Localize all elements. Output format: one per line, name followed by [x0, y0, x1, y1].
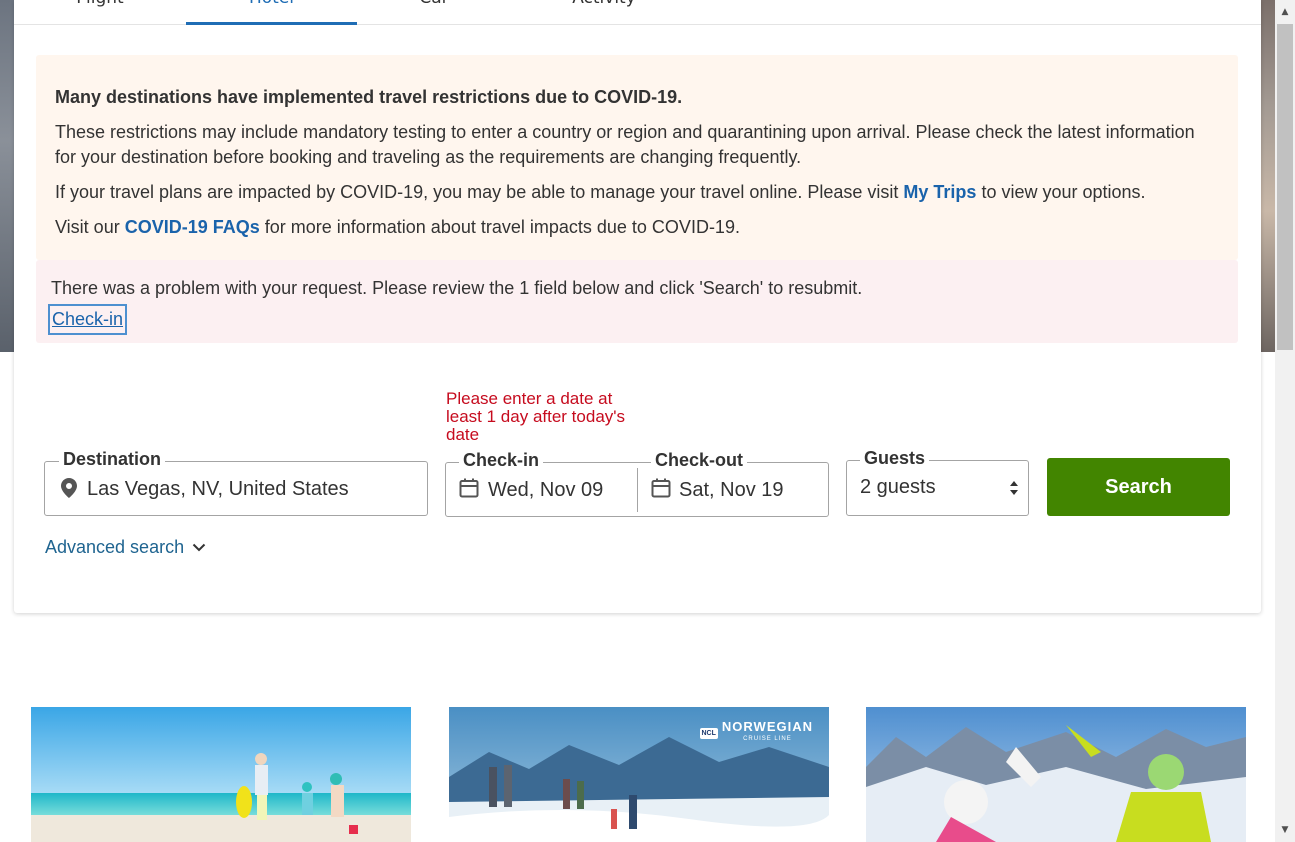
- destination-input[interactable]: Las Vegas, NV, United States: [87, 478, 349, 501]
- covid-notice: Many destinations have implemented trave…: [36, 55, 1238, 260]
- date-range-field[interactable]: Check-in Wed, Nov 09 Check-out Sat, Nov …: [445, 450, 829, 517]
- destination-label: Destination: [59, 449, 166, 470]
- covid-paragraph-faqs: Visit our COVID-19 FAQs for more informa…: [55, 217, 740, 237]
- error-notice: There was a problem with your request. P…: [36, 260, 1238, 343]
- guests-select[interactable]: Guests 2 guests: [846, 448, 1029, 516]
- scroll-down-arrow-icon[interactable]: ▼: [1275, 820, 1295, 840]
- search-button[interactable]: Search: [1047, 458, 1230, 516]
- checkin-input[interactable]: Wed, Nov 09: [488, 479, 603, 502]
- map-pin-icon: [61, 478, 77, 498]
- guests-label: Guests: [860, 448, 930, 469]
- advanced-search-toggle[interactable]: Advanced search: [45, 537, 206, 558]
- destination-field[interactable]: Destination Las Vegas, NV, United States: [44, 449, 428, 516]
- error-field-link-checkin[interactable]: Check-in: [47, 304, 128, 335]
- beach-family-illustration: [31, 707, 411, 842]
- tab-flight[interactable]: Flight: [50, 0, 150, 25]
- chevron-down-icon: [192, 543, 206, 552]
- error-message: There was a problem with your request. P…: [51, 278, 863, 298]
- promo-beach-image[interactable]: [31, 707, 411, 842]
- checkin-label: Check-in: [459, 450, 544, 471]
- tab-activity[interactable]: Activity: [554, 0, 654, 25]
- scroll-up-arrow-icon[interactable]: ▲: [1275, 2, 1295, 22]
- promo-ski-image[interactable]: [866, 707, 1246, 842]
- guests-value: 2 guests: [860, 476, 936, 498]
- scroll-thumb[interactable]: [1277, 24, 1293, 350]
- tab-hotel[interactable]: Hotel: [186, 0, 357, 25]
- scrollbar[interactable]: ▲ ▼: [1275, 0, 1295, 842]
- norwegian-cruise-logo: NCL NORWEGIAN CRUISE LINE: [699, 719, 813, 742]
- search-card: Flight Hotel Car Activity Many destinati…: [14, 0, 1261, 613]
- promo-cruise-image[interactable]: NCL NORWEGIAN CRUISE LINE: [449, 707, 829, 842]
- tab-car[interactable]: Car: [384, 0, 484, 25]
- ski-illustration: [866, 707, 1246, 842]
- date-divider: [637, 468, 638, 512]
- my-trips-link[interactable]: My Trips: [903, 182, 976, 202]
- calendar-icon: [651, 478, 671, 498]
- checkout-input[interactable]: Sat, Nov 19: [679, 479, 784, 502]
- checkout-label: Check-out: [651, 450, 748, 471]
- covid-faqs-link[interactable]: COVID-19 FAQs: [125, 217, 260, 237]
- advanced-search-label: Advanced search: [45, 537, 185, 557]
- select-arrows-icon: [1010, 481, 1018, 495]
- background-photo-right: [1261, 0, 1275, 352]
- checkin-date-error: Please enter a date at least 1 day after…: [446, 389, 626, 444]
- calendar-icon: [459, 478, 479, 498]
- background-photo-left: [0, 0, 14, 352]
- covid-paragraph-restrictions: These restrictions may include mandatory…: [55, 122, 1195, 167]
- search-tabs: Flight Hotel Car Activity: [14, 0, 1261, 25]
- covid-headline: Many destinations have implemented trave…: [55, 87, 683, 107]
- covid-paragraph-trips: If your travel plans are impacted by COV…: [55, 182, 1146, 202]
